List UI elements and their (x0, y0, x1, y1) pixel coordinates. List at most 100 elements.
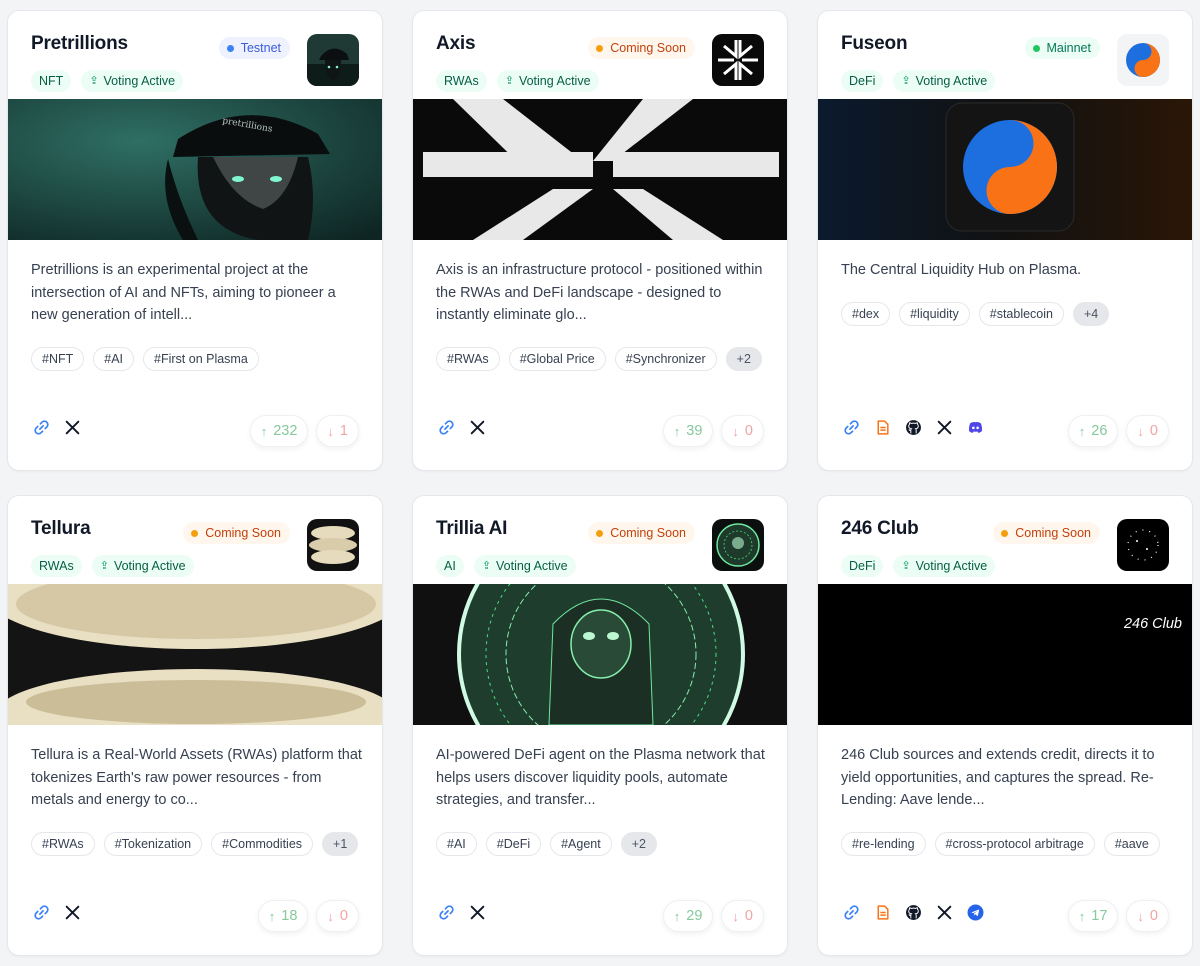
vote-icon: ⇪ (901, 560, 911, 572)
hashtag[interactable]: #Commodities (211, 832, 314, 856)
project-title[interactable]: 246 Club (841, 518, 919, 540)
voting-pill: ⇪ Voting Active (893, 70, 996, 92)
downvote-button[interactable]: ↓ 0 (1126, 900, 1169, 932)
upvote-count: 26 (1091, 423, 1108, 439)
hashtag[interactable]: #liquidity (899, 302, 970, 326)
downvote-button[interactable]: ↓ 0 (721, 900, 764, 932)
discord-icon[interactable] (967, 419, 984, 436)
project-card-fuseon[interactable]: Fuseon Mainnet DeFi ⇪ Voting Active The … (817, 10, 1193, 471)
downvote-button[interactable]: ↓ 0 (721, 415, 764, 447)
banner-text: 246 Club (1123, 616, 1182, 632)
link-icon[interactable] (33, 419, 50, 436)
more-tags-badge[interactable]: +2 (620, 832, 657, 856)
status-label: Coming Soon (610, 41, 686, 55)
voting-label: Voting Active (915, 74, 988, 88)
project-title[interactable]: Axis (436, 33, 476, 55)
more-tags-badge[interactable]: +1 (322, 832, 359, 856)
arrow-up-icon: ↑ (268, 908, 276, 924)
project-banner (818, 99, 1192, 240)
voting-pill: ⇪ Voting Active (893, 555, 996, 577)
category-row: DeFi ⇪ Voting Active (841, 70, 996, 92)
vote-group: ↑ 18 ↓ 0 (257, 900, 359, 932)
hashtag[interactable]: #dex (841, 302, 891, 326)
project-logo (307, 34, 359, 86)
vote-group: ↑ 29 ↓ 0 (662, 900, 764, 932)
document-icon[interactable] (874, 904, 891, 921)
telegram-icon[interactable] (967, 904, 984, 921)
x-icon[interactable] (469, 904, 486, 921)
x-icon[interactable] (64, 419, 81, 436)
category-pill[interactable]: RWAs (31, 555, 82, 577)
link-icon[interactable] (843, 419, 860, 436)
hashtag[interactable]: #Tokenization (103, 832, 203, 856)
link-icon[interactable] (33, 904, 50, 921)
x-icon[interactable] (936, 904, 953, 921)
github-icon[interactable] (905, 419, 922, 436)
hashtag-list: #AI #DeFi #Agent +2 (436, 832, 657, 856)
project-card-trillia-ai[interactable]: Trillia AI Coming Soon AI ⇪ Voting Activ… (412, 495, 788, 956)
project-grid: Pretrillions Testnet NFT ⇪ Voting Active (0, 0, 1200, 966)
link-icon[interactable] (438, 904, 455, 921)
project-card-pretrillions[interactable]: Pretrillions Testnet NFT ⇪ Voting Active (7, 10, 383, 471)
hashtag[interactable]: #RWAs (436, 347, 500, 371)
upvote-button[interactable]: ↑ 18 (257, 900, 309, 932)
project-card-tellura[interactable]: Tellura Coming Soon RWAs ⇪ Voting Active (7, 495, 383, 956)
project-card-246-club[interactable]: 246 Club Coming Soon DeFi ⇪ Voting Activ… (817, 495, 1193, 956)
upvote-button[interactable]: ↑ 39 (662, 415, 714, 447)
vote-group: ↑ 232 ↓ 1 (249, 415, 359, 447)
more-tags-badge[interactable]: +2 (725, 347, 762, 371)
more-tags-badge[interactable]: +4 (1073, 302, 1110, 326)
downvote-button[interactable]: ↓ 1 (316, 415, 359, 447)
project-title[interactable]: Trillia AI (436, 518, 507, 540)
github-icon[interactable] (905, 904, 922, 921)
hashtag[interactable]: #Agent (550, 832, 612, 856)
link-icon[interactable] (438, 419, 455, 436)
upvote-button[interactable]: ↑ 232 (249, 415, 309, 447)
category-pill[interactable]: RWAs (436, 70, 487, 92)
x-icon[interactable] (469, 419, 486, 436)
hashtag[interactable]: #Global Price (508, 347, 606, 371)
project-title[interactable]: Tellura (31, 518, 91, 540)
status-dot-icon (1001, 529, 1009, 537)
category-pill[interactable]: DeFi (841, 555, 884, 577)
category-pill[interactable]: DeFi (841, 70, 884, 92)
project-title[interactable]: Pretrillions (31, 33, 128, 55)
hashtag[interactable]: #DeFi (485, 832, 542, 856)
upvote-button[interactable]: ↑ 17 (1067, 900, 1119, 932)
upvote-button[interactable]: ↑ 29 (662, 900, 714, 932)
hashtag-list: #dex #liquidity #stablecoin +4 (841, 302, 1110, 326)
hashtag[interactable]: #AI (93, 347, 135, 371)
x-icon[interactable] (936, 419, 953, 436)
project-logo (1117, 34, 1169, 86)
upvote-button[interactable]: ↑ 26 (1067, 415, 1119, 447)
hashtag[interactable]: #NFT (31, 347, 85, 371)
arrow-up-icon: ↑ (1078, 423, 1086, 439)
hashtag[interactable]: #cross-protocol arbitrage (934, 832, 1095, 856)
status-badge: Coming Soon (993, 522, 1100, 544)
downvote-count: 0 (339, 908, 348, 924)
downvote-count: 0 (744, 423, 753, 439)
category-pill[interactable]: AI (436, 555, 464, 577)
arrow-down-icon: ↓ (327, 908, 334, 924)
vote-icon: ⇪ (99, 560, 109, 572)
status-label: Coming Soon (1015, 526, 1091, 540)
project-description: Tellura is a Real-World Assets (RWAs) pl… (31, 747, 362, 808)
project-title[interactable]: Fuseon (841, 33, 908, 55)
downvote-button[interactable]: ↓ 0 (1126, 415, 1169, 447)
document-icon[interactable] (874, 419, 891, 436)
arrow-up-icon: ↑ (1078, 908, 1086, 924)
x-icon[interactable] (64, 904, 81, 921)
project-card-axis[interactable]: Axis Coming Soon RWAs ⇪ Voting Active Ax… (412, 10, 788, 471)
hashtag[interactable]: #First on Plasma (143, 347, 259, 371)
hashtag[interactable]: #re-lending (841, 832, 926, 856)
hashtag[interactable]: #Synchronizer (614, 347, 717, 371)
link-icon[interactable] (843, 904, 860, 921)
downvote-button[interactable]: ↓ 0 (316, 900, 359, 932)
category-pill[interactable]: NFT (31, 70, 72, 92)
hashtag[interactable]: #AI (436, 832, 477, 856)
hashtag[interactable]: #stablecoin (978, 302, 1064, 326)
hashtag[interactable]: #RWAs (31, 832, 95, 856)
category-row: DeFi ⇪ Voting Active (841, 555, 996, 577)
hashtag[interactable]: #aave (1103, 832, 1160, 856)
voting-label: Voting Active (915, 559, 988, 573)
